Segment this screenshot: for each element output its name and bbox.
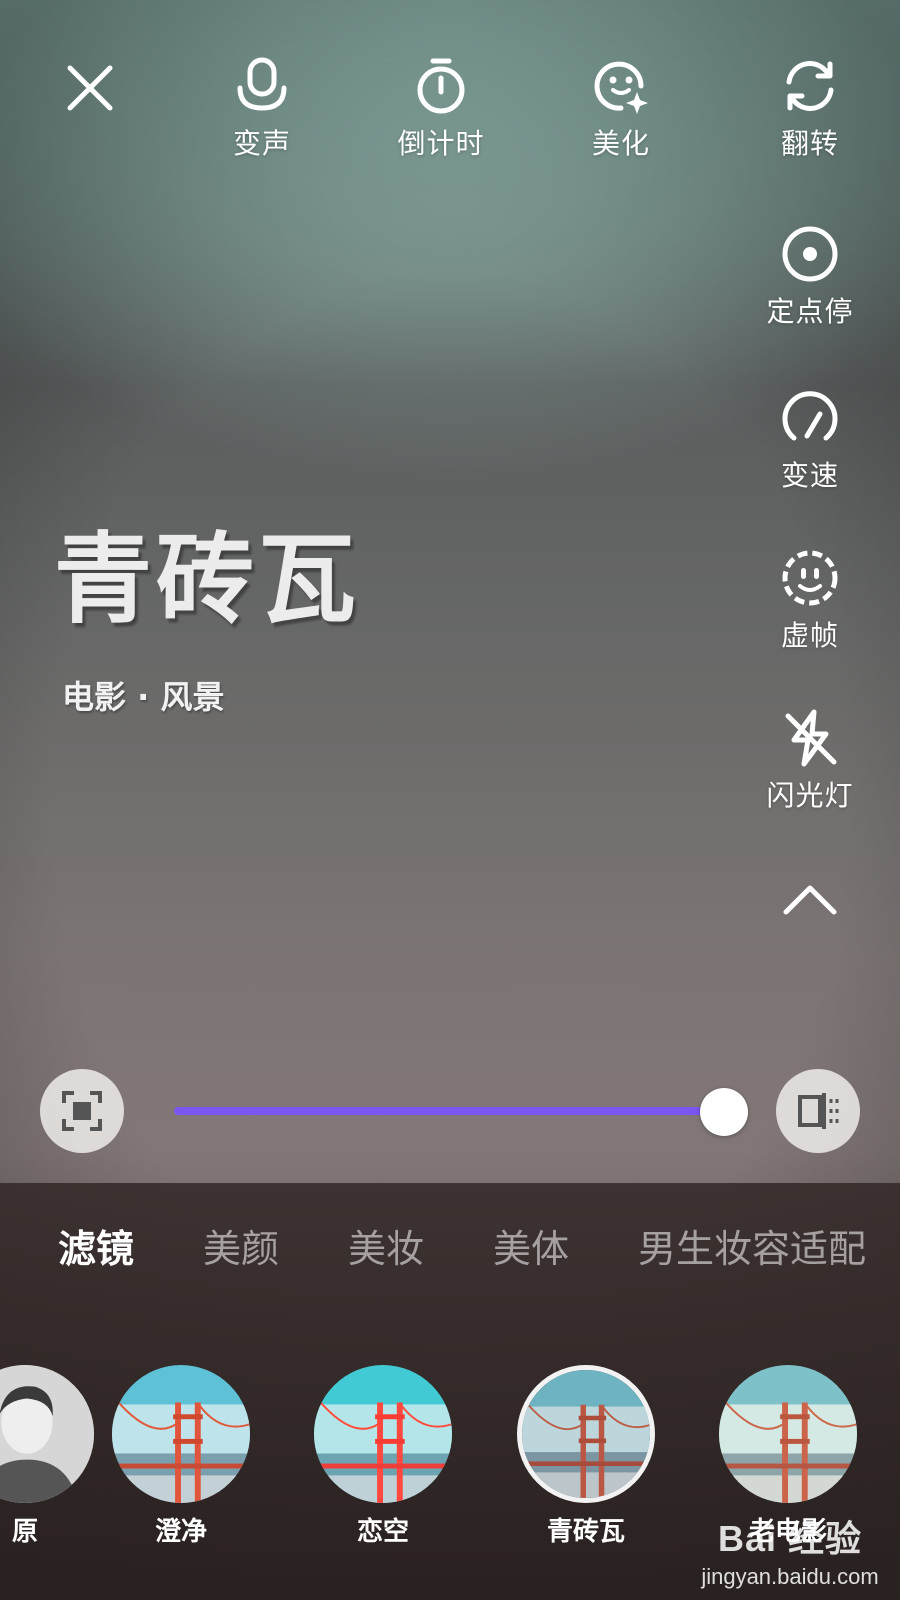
filter-subtitle: 电影 · 风景	[62, 678, 225, 716]
blur-frame-button[interactable]: 虚帧	[755, 548, 865, 654]
voice-change-label: 变声	[232, 127, 291, 160]
filter-intensity-slider[interactable]	[174, 1107, 714, 1115]
sparkle-face-icon	[594, 61, 648, 114]
blur-frame-label: 虚帧	[780, 619, 839, 652]
flip-button[interactable]: 翻转	[755, 56, 865, 162]
bridge-thumbnail	[112, 1365, 250, 1503]
speed-label: 变速	[780, 459, 839, 492]
tab-male-makeup[interactable]: 男生妆容适配	[638, 1218, 866, 1273]
flip-label: 翻转	[780, 127, 839, 160]
flash-off-icon	[785, 709, 837, 767]
filter-item-selected[interactable]: 青砖瓦	[516, 1365, 656, 1548]
timer-icon	[417, 58, 465, 114]
voice-change-button[interactable]: 变声	[207, 56, 317, 162]
bridge-thumbnail	[522, 1370, 650, 1498]
filter-thumbnail	[314, 1365, 452, 1503]
compare-icon	[798, 1093, 839, 1129]
countdown-button[interactable]: 倒计时	[386, 56, 496, 162]
close-icon[interactable]	[58, 56, 122, 120]
tab-beauty[interactable]: 美颜	[203, 1218, 279, 1273]
point-stop-button[interactable]: 定点停	[755, 224, 865, 330]
tab-makeup[interactable]: 美妆	[348, 1218, 424, 1273]
beautify-label: 美化	[591, 127, 650, 160]
filter-name: 青砖瓦	[546, 1517, 625, 1547]
filter-item[interactable]: 澄净	[111, 1365, 251, 1548]
filter-name: 澄净	[154, 1517, 207, 1547]
speedometer-icon	[782, 391, 838, 441]
target-icon	[782, 226, 838, 282]
fullscreen-button[interactable]	[40, 1069, 124, 1153]
flash-label: 闪光灯	[766, 779, 854, 812]
chevron-up-icon[interactable]	[780, 880, 840, 920]
portrait-thumbnail	[0, 1365, 94, 1503]
filter-item[interactable]: 原	[0, 1365, 95, 1548]
panel-tabs: 滤镜 美颜 美妆 美体 男生妆容适配	[0, 1218, 900, 1274]
filter-name: 原	[11, 1517, 38, 1547]
watermark: Bai 经验 jingyan.baidu.com	[690, 1510, 890, 1590]
slider-thumb[interactable]	[700, 1088, 748, 1136]
bridge-thumbnail	[719, 1365, 857, 1503]
slider-fill	[174, 1107, 714, 1115]
filter-thumbnail	[517, 1365, 655, 1503]
flip-camera-icon	[786, 61, 834, 111]
tab-filter[interactable]: 滤镜	[58, 1218, 134, 1273]
countdown-label: 倒计时	[397, 127, 485, 160]
filter-thumbnail	[112, 1365, 250, 1503]
point-stop-label: 定点停	[766, 295, 854, 328]
speed-button[interactable]: 变速	[755, 388, 865, 494]
beautify-button[interactable]: 美化	[566, 56, 676, 162]
bridge-thumbnail	[314, 1365, 452, 1503]
watermark-logo: Bai 经验	[717, 1518, 863, 1559]
filter-thumbnail	[0, 1365, 94, 1503]
filter-name: 恋空	[356, 1517, 409, 1547]
fullscreen-icon	[62, 1091, 102, 1131]
dotted-face-icon	[782, 550, 838, 606]
tab-body[interactable]: 美体	[493, 1218, 569, 1273]
watermark-url: jingyan.baidu.com	[701, 1564, 879, 1589]
filter-thumbnail	[719, 1365, 857, 1503]
compare-button[interactable]	[776, 1069, 860, 1153]
flash-button[interactable]: 闪光灯	[755, 708, 865, 814]
filter-title: 青砖瓦	[54, 523, 361, 637]
filter-item[interactable]: 恋空	[313, 1365, 453, 1548]
microphone-icon	[237, 57, 287, 111]
